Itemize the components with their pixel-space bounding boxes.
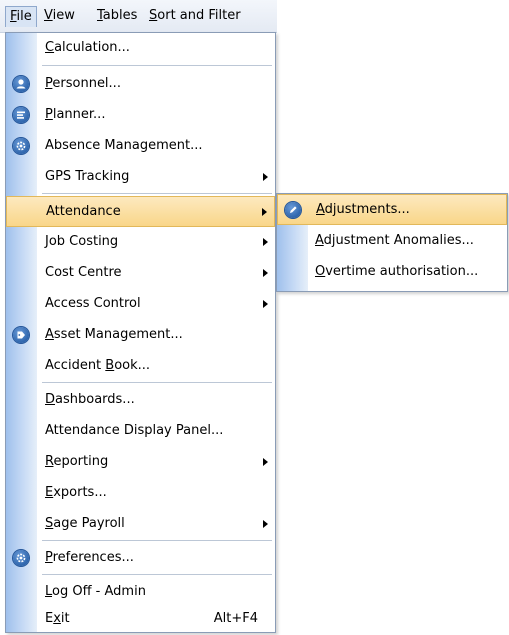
menu-view-mnemonic: V [44, 8, 53, 23]
submenu-arrow-icon [263, 269, 268, 277]
menu-separator [42, 574, 272, 575]
menu-view[interactable]: View [44, 8, 75, 24]
submenu-item-overtime-authorisation[interactable]: Overtime authorisation... [277, 257, 507, 288]
menu-item-attendance[interactable]: Attendance [6, 196, 275, 227]
menu-item-personnel[interactable]: Personnel... [6, 69, 275, 100]
menu-item-label: Sage Payroll [45, 516, 125, 531]
menu-sort-filter[interactable]: Sort and Filter [149, 8, 241, 24]
menu-item-asset-management[interactable]: Asset Management... [6, 320, 275, 351]
submenu-item-label: Adjustments... [316, 202, 410, 217]
menu-item-cost-centre[interactable]: Cost Centre [6, 258, 275, 289]
menu-item-label: Absence Management... [45, 138, 203, 153]
menu-separator [42, 540, 272, 541]
submenu-arrow-icon [263, 238, 268, 246]
menu-separator [42, 193, 272, 194]
menu-item-label: Attendance Display Panel... [45, 423, 224, 438]
menu-tables[interactable]: Tables [97, 8, 137, 24]
menu-file-label: ile [16, 9, 32, 24]
attendance-submenu: Adjustments... Adjustment Anomalies... O… [276, 193, 508, 292]
menu-item-reporting[interactable]: Reporting [6, 447, 275, 478]
file-dropdown-menu: Calculation... Personnel... Planner... A… [5, 32, 276, 633]
menu-item-absence-management[interactable]: Absence Management... [6, 131, 275, 162]
menu-item-label: Cost Centre [45, 265, 122, 280]
menu-item-gps-tracking[interactable]: GPS Tracking [6, 162, 275, 193]
menu-item-label: GPS Tracking [45, 169, 130, 184]
submenu-item-label: Overtime authorisation... [315, 264, 479, 279]
menu-separator [42, 382, 272, 383]
menu-item-access-control[interactable]: Access Control [6, 289, 275, 320]
menu-item-accident-book[interactable]: Accident Book... [6, 351, 275, 382]
planner-icon [13, 107, 29, 123]
submenu-arrow-icon [263, 458, 268, 466]
menu-sort-label: ort and Filter [157, 8, 241, 23]
menu-file[interactable]: File [5, 6, 37, 27]
tag-icon [13, 327, 29, 343]
submenu-arrow-icon [263, 173, 268, 181]
menu-view-label: iew [52, 8, 75, 23]
submenu-item-adjustment-anomalies[interactable]: Adjustment Anomalies... [277, 226, 507, 257]
person-icon [13, 76, 29, 92]
pencil-icon [285, 202, 301, 218]
menu-item-sage-payroll[interactable]: Sage Payroll [6, 509, 275, 540]
menu-item-label: Calculation... [45, 40, 130, 55]
menu-item-label: Personnel... [45, 76, 121, 91]
menu-item-label: Reporting [45, 454, 109, 469]
menu-item-label: Exports... [45, 485, 107, 500]
menu-item-label: Dashboards... [45, 392, 135, 407]
menu-item-label: Access Control [45, 296, 141, 311]
menu-bar: File View Tables Sort and Filter [0, 0, 277, 33]
submenu-arrow-icon [263, 520, 268, 528]
gear-icon [13, 550, 29, 566]
menu-item-exit[interactable]: Exit Alt+F4 [6, 604, 275, 635]
menu-item-exports[interactable]: Exports... [6, 478, 275, 509]
menu-tables-label: ables [102, 8, 138, 23]
menu-item-attendance-display-panel[interactable]: Attendance Display Panel... [6, 416, 275, 447]
gear-icon [13, 138, 29, 154]
menu-item-calculation[interactable]: Calculation... [6, 33, 275, 64]
menu-item-preferences[interactable]: Preferences... [6, 543, 275, 574]
menu-item-label: Exit [45, 611, 70, 626]
submenu-arrow-icon [263, 300, 268, 308]
menu-item-label: Asset Management... [45, 327, 183, 342]
menu-separator [42, 65, 272, 66]
menu-item-planner[interactable]: Planner... [6, 100, 275, 131]
menu-item-label: Job Costing [45, 234, 119, 249]
menu-item-job-costing[interactable]: Job Costing [6, 227, 275, 258]
shortcut-label: Alt+F4 [213, 611, 258, 626]
menu-item-label: Log Off - Admin [45, 584, 146, 599]
submenu-item-label: Adjustment Anomalies... [315, 233, 474, 248]
menu-item-label: Preferences... [45, 550, 134, 565]
menu-item-label: Attendance [46, 204, 121, 219]
menu-item-label: Accident Book... [45, 358, 151, 373]
submenu-arrow-icon [262, 208, 267, 216]
submenu-item-adjustments[interactable]: Adjustments... [277, 194, 507, 225]
menu-item-label: Planner... [45, 107, 106, 122]
menu-item-dashboards[interactable]: Dashboards... [6, 385, 275, 416]
